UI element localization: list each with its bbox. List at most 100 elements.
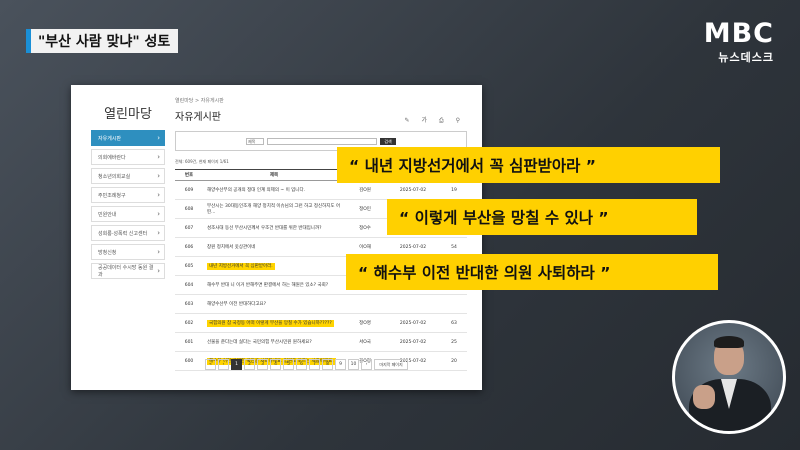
cell-num: 603 — [175, 294, 203, 314]
sidebar-item-label: 주민조례청구 — [98, 192, 126, 199]
cell-hits — [441, 294, 467, 314]
cell-subject[interactable]: 선물을 준다는데 싫다는 국민의힘 부산시민원 원하세요? — [203, 332, 345, 352]
cell-writer: 정O민 — [345, 199, 385, 219]
page-button-2[interactable]: 1 — [231, 359, 242, 370]
table-row[interactable]: 602 국힘의원 참 국정동 어떠 이렇게 부산을 망칠 수가 있습니까?????… — [175, 313, 467, 333]
search-field-select[interactable]: 제목 — [246, 137, 264, 145]
search-button[interactable]: 검색 — [380, 137, 396, 145]
cell-writer: 정O명 — [345, 313, 385, 333]
quote-caption-2: “ 이렇게 부산을 망칠 수 있나 ” — [387, 199, 697, 235]
cell-num: 604 — [175, 275, 203, 295]
cell-subject[interactable]: 국힘의원 참 국정동 어떠 이렇게 부산을 망칠 수가 있습니까????? — [203, 313, 345, 333]
page-button-11[interactable]: 10 — [348, 359, 359, 370]
news-headline: "부산 사람 맞냐" 성토 — [26, 29, 179, 53]
sidebar-item-label: 자유게시판 — [98, 135, 122, 142]
cell-hits: 25 — [441, 332, 467, 352]
broadcaster-logo: MBC 뉴스데스크 — [704, 20, 774, 65]
sidebar-item-1[interactable]: 의회에바란다 › — [91, 149, 165, 165]
page-button-0[interactable]: « — [205, 359, 216, 370]
sidebar-item-label: 청소년의회교실 — [98, 173, 131, 180]
cell-subject[interactable]: 성조사대 동선 부산시민께서 우조건 반대를 위한 반대입니까? — [203, 218, 345, 238]
table-row[interactable]: 603 해양수산부 이전 반대하다고요? — [175, 294, 467, 314]
cell-hits: 19 — [441, 180, 467, 200]
chevron-right-icon: › — [157, 191, 160, 199]
cell-subject[interactable]: 해양수산부 이전 반대하다고요? — [203, 294, 345, 314]
sidebar-item-label: 방청신청 — [98, 249, 117, 256]
highlighted-subject[interactable]: 국힘의원 참 국정동 어떠 이렇게 부산을 망칠 수가 있습니까????? — [207, 320, 334, 327]
chevron-right-icon: › — [157, 172, 160, 180]
quote-caption-1: “ 내년 지방선거에서 꼭 심판받아라 ” — [337, 147, 720, 183]
chevron-right-icon: › — [157, 229, 160, 237]
chevron-right-icon: › — [157, 153, 160, 161]
page-button-10[interactable]: 9 — [335, 359, 346, 370]
interpreter-hand — [693, 385, 715, 409]
cell-writer: 서O국 — [345, 332, 385, 352]
bulletin-board-screenshot: 열린마당 자유게시판 › 의회에바란다 › 청소년의회교실 › 주민조례청구 › 민원안내 › 성희… — [71, 85, 482, 390]
cell-subject[interactable]: 부산시는 30대동인조개 해양 정치적 이슈님의 그런 하고 정신하지도 어떤.… — [203, 199, 345, 219]
chevron-right-icon: › — [157, 210, 160, 218]
sidebar-item-label: 공공데이터 수시망 동원 결과 — [98, 265, 154, 278]
table-row[interactable]: 609 해양수산부의 공개의 정대 인계 의제의 ~ 이 입니다. 김O원 2025-… — [175, 180, 467, 200]
cell-subject[interactable]: 해수부 반대 니 이거 반해주면 판결에서 하는 해원은 있소? 국회? — [203, 275, 345, 295]
cell-date: 2025-07-02 — [385, 332, 441, 352]
sidebar-title: 열린마당 — [104, 107, 152, 122]
page-button-4[interactable]: 3 — [257, 359, 268, 370]
cell-num: 606 — [175, 237, 203, 257]
cell-num: 605 — [175, 256, 203, 276]
cell-date: 2025-07-02 — [385, 180, 441, 200]
sidebar-item-5[interactable]: 성희롱·성폭력 신고센터 › — [91, 225, 165, 241]
cell-writer — [345, 294, 385, 314]
cell-date — [385, 294, 441, 314]
chevron-right-icon: › — [157, 267, 160, 275]
table-row[interactable]: 601 선물을 준다는데 싫다는 국민의힘 부산시민원 원하세요? 서O국 2025-… — [175, 332, 467, 352]
breadcrumb: 열린마당 > 자유게시판 — [175, 98, 224, 104]
page-button-7[interactable]: 6 — [296, 359, 307, 370]
cell-hits: 20 — [441, 351, 467, 371]
cell-date: 2025-07-02 — [385, 313, 441, 333]
page-button-6[interactable]: 5 — [283, 359, 294, 370]
sidebar-item-label: 의회에바란다 — [98, 154, 126, 161]
sidebar-menu: 자유게시판 › 의회에바란다 › 청소년의회교실 › 주민조례청구 › 민원안내 › 성희롱·성폭력… — [91, 130, 165, 279]
sidebar-item-3[interactable]: 주민조례청구 › — [91, 187, 165, 203]
cell-num: 609 — [175, 180, 203, 200]
quote-caption-3: “ 해수부 이전 반대한 의원 사퇴하라 ” — [346, 254, 718, 290]
cell-subject[interactable]: 해양수산부의 공개의 정대 인계 의제의 ~ 이 입니다. — [203, 180, 345, 200]
page-button-5[interactable]: 4 — [270, 359, 281, 370]
highlighted-subject[interactable]: 내년 지방선거에서 꼭 심판받아라. — [207, 263, 275, 270]
sidebar: 열린마당 자유게시판 › 의회에바란다 › 청소년의회교실 › 주민조례청구 › 민원안내 › 성희… — [91, 103, 165, 282]
sidebar-item-2[interactable]: 청소년의회교실 › — [91, 168, 165, 184]
page-tools[interactable]: ✎ 가 ⎙ ⚲ — [405, 115, 465, 125]
cell-subject[interactable]: 내년 지방선거에서 꼭 심판받아라. — [203, 256, 345, 276]
page-button-8[interactable]: 7 — [309, 359, 320, 370]
cell-subject[interactable]: 창원 정치에서 옷상관이네 — [203, 237, 345, 257]
col-num: 번호 — [175, 169, 203, 181]
headline-text: "부산 사람 맞냐" 성토 — [38, 34, 171, 50]
logo-program: 뉴스데스크 — [718, 51, 774, 64]
cell-num: 602 — [175, 313, 203, 333]
cell-num: 601 — [175, 332, 203, 352]
cell-num: 607 — [175, 218, 203, 238]
page-button-1[interactable]: ‹ — [218, 359, 229, 370]
page-button-12[interactable]: › — [361, 359, 372, 370]
sidebar-item-6[interactable]: 방청신청 › — [91, 244, 165, 260]
sidebar-item-label: 민원안내 — [98, 211, 117, 218]
chevron-right-icon: › — [157, 134, 160, 142]
page-button-9[interactable]: 8 — [322, 359, 333, 370]
cell-writer: 김O원 — [345, 180, 385, 200]
sidebar-item-7[interactable]: 공공데이터 수시망 동원 결과 › — [91, 263, 165, 279]
cell-hits: 63 — [441, 313, 467, 333]
sidebar-item-0[interactable]: 자유게시판 › — [91, 130, 165, 146]
sidebar-item-label: 성희롱·성폭력 신고센터 — [98, 230, 148, 237]
cell-writer: 정O수 — [345, 218, 385, 238]
page-button-3[interactable]: 2 — [244, 359, 255, 370]
interpreter-hair — [714, 336, 744, 348]
chevron-right-icon: › — [157, 248, 160, 256]
pagination: «‹ 1 2 3 4 5 6 7 8 9 10 › 마지막 페이지 — [205, 359, 408, 370]
last-page-button[interactable]: 마지막 페이지 — [374, 359, 408, 370]
logo-brand: MBC — [703, 18, 774, 49]
cell-num: 600 — [175, 351, 203, 371]
col-subject: 제목 — [203, 169, 345, 181]
search-input[interactable] — [267, 137, 377, 145]
sidebar-item-4[interactable]: 민원안내 › — [91, 206, 165, 222]
cell-num: 608 — [175, 199, 203, 219]
